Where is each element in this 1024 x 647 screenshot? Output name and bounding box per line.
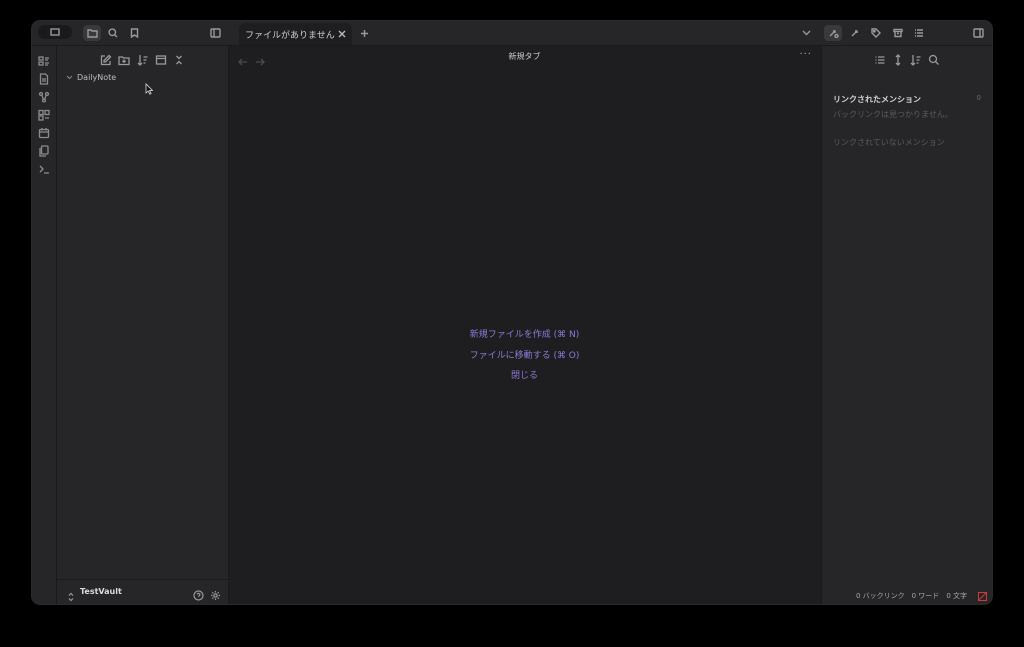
outgoing-links-icon[interactable] [847, 25, 863, 41]
empty-state-actions: 新規ファイルを作成 (⌘ N) ファイルに移動する (⌘ O) 閉じる [229, 325, 820, 387]
unlinked-mentions-heading[interactable]: リンクされていないメンション [833, 137, 945, 148]
chevron-down-icon [66, 75, 73, 80]
vault-switcher-bar: TestVault [57, 579, 228, 604]
more-options-icon[interactable]: ··· [799, 49, 812, 60]
archive-icon[interactable] [890, 25, 906, 41]
app-window: ファイルがありません DailyNote TestVault 新規タブ ··· … [32, 21, 992, 604]
view-title: 新規タブ [508, 52, 541, 61]
tab-title: ファイルがありません [245, 30, 335, 41]
main-editor-area: 新規タブ ··· 新規ファイルを作成 (⌘ N) ファイルに移動する (⌘ O)… [229, 46, 820, 604]
file-explorer: DailyNote TestVault [57, 46, 229, 604]
linked-mentions-count: 0 [976, 94, 981, 102]
new-note-icon[interactable] [100, 51, 112, 66]
title-bar: ファイルがありません [32, 21, 992, 46]
backlinks-pane: リンクされたメンション 0 バックリンクは見つかりません。 リンクされていないメ… [821, 46, 992, 604]
folder-name: DailyNote [77, 73, 117, 82]
create-new-file-link[interactable]: 新規ファイルを作成 (⌘ N) [229, 325, 820, 346]
vault-name[interactable]: TestVault [80, 587, 122, 596]
toggle-right-sidebar-icon[interactable] [970, 25, 986, 41]
go-to-file-link[interactable]: ファイルに移動する (⌘ O) [229, 346, 820, 367]
collapse-all-icon[interactable] [173, 51, 185, 65]
templates-icon[interactable] [38, 142, 50, 157]
no-backlinks-message: バックリンクは見つかりません。 [833, 110, 953, 119]
folder-item-dailynote[interactable]: DailyNote [66, 73, 116, 82]
new-tab-icon[interactable] [357, 26, 371, 40]
bookmark-icon[interactable] [126, 25, 142, 41]
mouse-cursor-icon [145, 83, 153, 95]
graph-view-icon[interactable] [38, 88, 50, 103]
backlinks-tab-icon[interactable] [824, 25, 842, 41]
settings-gear-icon[interactable] [210, 586, 221, 600]
window-controls[interactable] [38, 25, 72, 39]
sync-status-icon[interactable] [978, 592, 987, 601]
search-icon[interactable] [105, 25, 121, 41]
show-more-context-icon[interactable] [892, 51, 904, 66]
outline-icon[interactable] [911, 25, 927, 41]
new-folder-icon[interactable] [118, 51, 130, 66]
terminal-icon[interactable] [38, 160, 50, 174]
files-tab-icon[interactable] [83, 25, 101, 41]
switcher-icon[interactable] [38, 52, 50, 66]
toggle-left-sidebar-icon[interactable] [207, 25, 223, 41]
collapse-results-icon[interactable] [874, 51, 886, 64]
calendar-icon[interactable] [38, 124, 50, 139]
ribbon [32, 46, 57, 604]
status-char-count: 0 文字 [946, 592, 967, 600]
sort-order-icon[interactable] [910, 51, 922, 66]
linked-mentions-heading[interactable]: リンクされたメンション [833, 94, 921, 105]
status-backlinks[interactable]: 0 バックリンク [856, 591, 905, 601]
close-tab-icon[interactable] [336, 28, 348, 40]
tab-list-chevron-icon[interactable] [799, 26, 813, 40]
auto-reveal-icon[interactable] [155, 51, 167, 65]
close-link[interactable]: 閉じる [229, 366, 820, 387]
status-word-count: 0 ワード [911, 592, 940, 600]
vault-switch-icon[interactable] [67, 587, 75, 602]
tab-no-file[interactable]: ファイルがありません [239, 23, 352, 45]
sort-order-icon[interactable] [137, 51, 149, 66]
status-bar: 0 バックリンク 0 ワード 0 文字 [856, 591, 967, 601]
tags-icon[interactable] [868, 25, 884, 41]
daily-note-icon[interactable] [38, 70, 50, 85]
canvas-icon[interactable] [38, 106, 50, 121]
help-icon[interactable] [193, 586, 204, 601]
search-icon[interactable] [928, 51, 940, 65]
